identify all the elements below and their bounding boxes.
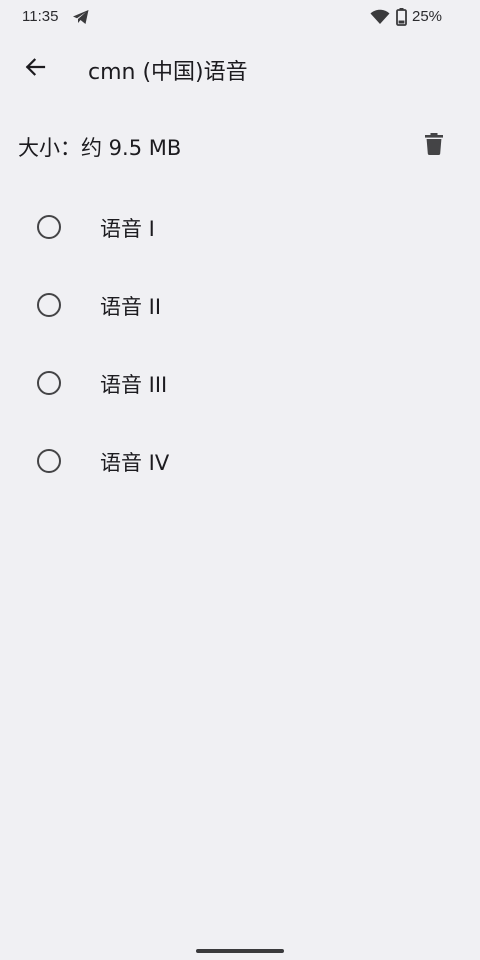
voice-size-text: 大小：约 9.5 MB <box>18 136 182 160</box>
wifi-icon <box>370 9 390 29</box>
size-row: 大小：约 9.5 MB <box>0 118 480 174</box>
voice-label: 语音 II <box>100 295 162 319</box>
voice-label: 语音 I <box>100 217 155 241</box>
voice-option[interactable]: 语音 II <box>0 266 480 344</box>
page-title: cmn (中国)语音 <box>88 60 248 85</box>
radio-button[interactable] <box>37 215 61 239</box>
trash-icon <box>425 133 443 159</box>
status-bar: 11:35 25% <box>0 0 480 34</box>
radio-button[interactable] <box>37 449 61 473</box>
gesture-nav-bar[interactable] <box>196 949 284 953</box>
voice-option[interactable]: 语音 I <box>0 188 480 266</box>
battery-percent: 25% <box>412 8 443 25</box>
status-time: 11:35 <box>22 8 59 25</box>
voice-option[interactable]: 语音 IV <box>0 422 480 500</box>
voice-label: 语音 IV <box>100 451 170 475</box>
radio-button[interactable] <box>37 371 61 395</box>
telegram-icon <box>72 9 90 29</box>
back-button[interactable] <box>12 46 58 92</box>
battery-icon <box>396 8 407 30</box>
voice-option[interactable]: 语音 III <box>0 344 480 422</box>
voice-label: 语音 III <box>100 373 168 397</box>
arrow-back-icon <box>24 56 46 82</box>
delete-button[interactable] <box>414 124 454 168</box>
app-bar: cmn (中国)语音 <box>0 36 480 104</box>
voice-list: 语音 I 语音 II 语音 III 语音 IV <box>0 188 480 500</box>
radio-button[interactable] <box>37 293 61 317</box>
